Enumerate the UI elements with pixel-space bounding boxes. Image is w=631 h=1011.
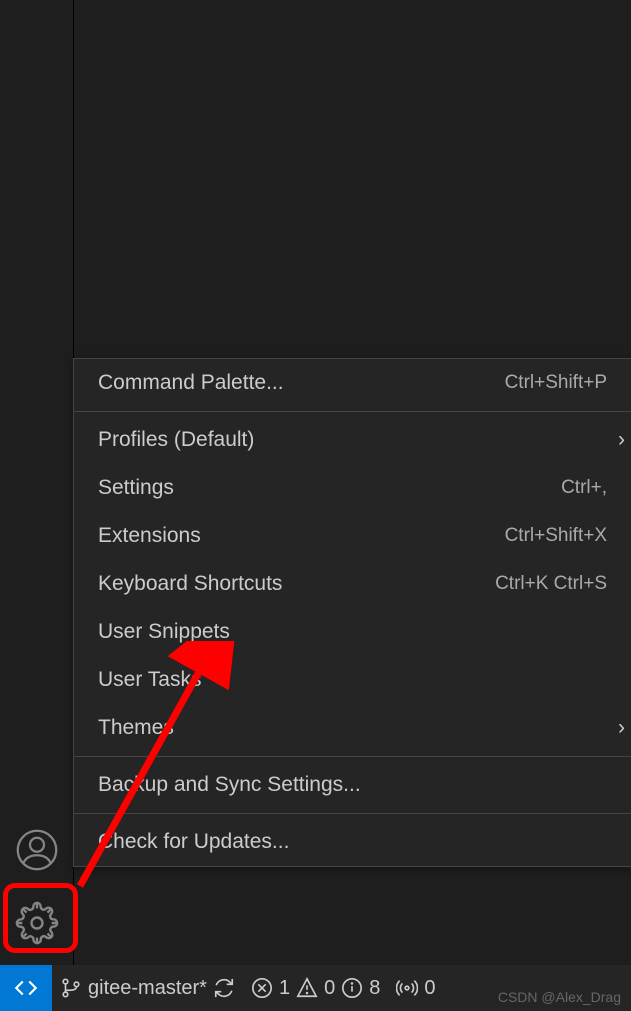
accounts-icon[interactable] — [16, 829, 58, 871]
watermark-text: CSDN @Alex_Drag — [498, 989, 621, 1005]
error-icon — [251, 977, 273, 999]
menu-item-extensions[interactable]: Extensions Ctrl+Shift+X — [74, 512, 631, 560]
activity-bar — [0, 0, 73, 965]
menu-item-command-palette[interactable]: Command Palette... Ctrl+Shift+P — [74, 359, 631, 407]
menu-item-keyboard-shortcuts[interactable]: Keyboard Shortcuts Ctrl+K Ctrl+S — [74, 560, 631, 608]
manage-gear-icon[interactable] — [15, 901, 59, 945]
menu-item-profiles[interactable]: Profiles (Default) › — [74, 416, 631, 464]
port-count: 0 — [424, 977, 435, 1000]
remote-indicator[interactable] — [0, 965, 52, 1011]
info-icon — [341, 977, 363, 999]
menu-label: Profiles (Default) — [98, 428, 254, 452]
menu-shortcut: Ctrl+K Ctrl+S — [495, 573, 607, 595]
git-branch-icon — [60, 977, 82, 999]
menu-item-themes[interactable]: Themes › — [74, 704, 631, 752]
chevron-right-icon: › — [618, 428, 625, 452]
menu-separator — [74, 411, 631, 412]
status-branch[interactable]: gitee-master* — [52, 965, 243, 1011]
menu-separator — [74, 756, 631, 757]
chevron-right-icon: › — [618, 716, 625, 740]
menu-item-user-tasks[interactable]: User Tasks — [74, 656, 631, 704]
warning-count: 0 — [324, 977, 335, 1000]
menu-item-user-snippets[interactable]: User Snippets — [74, 608, 631, 656]
menu-label: Settings — [98, 476, 174, 500]
menu-separator — [74, 813, 631, 814]
menu-label: Command Palette... — [98, 371, 284, 395]
menu-label: Themes — [98, 716, 174, 740]
manage-context-menu: Command Palette... Ctrl+Shift+P Profiles… — [73, 358, 631, 867]
menu-label: User Tasks — [98, 668, 201, 692]
menu-item-backup-sync[interactable]: Backup and Sync Settings... — [74, 761, 631, 809]
menu-item-settings[interactable]: Settings Ctrl+, — [74, 464, 631, 512]
branch-name: gitee-master* — [88, 977, 207, 1000]
error-count: 1 — [279, 977, 290, 1000]
info-count: 8 — [369, 977, 380, 1000]
menu-label: Keyboard Shortcuts — [98, 572, 282, 596]
warning-icon — [296, 977, 318, 999]
menu-label: Extensions — [98, 524, 201, 548]
status-problems[interactable]: 1 0 8 — [243, 965, 388, 1011]
radio-tower-icon — [396, 977, 418, 999]
menu-shortcut: Ctrl+Shift+P — [505, 372, 607, 394]
menu-label: Backup and Sync Settings... — [98, 773, 361, 797]
status-ports[interactable]: 0 — [388, 965, 443, 1011]
menu-label: User Snippets — [98, 620, 230, 644]
sync-icon — [213, 977, 235, 999]
menu-shortcut: Ctrl+Shift+X — [505, 525, 607, 547]
menu-item-check-updates[interactable]: Check for Updates... — [74, 818, 631, 866]
menu-shortcut: Ctrl+, — [561, 477, 607, 499]
menu-label: Check for Updates... — [98, 830, 289, 854]
